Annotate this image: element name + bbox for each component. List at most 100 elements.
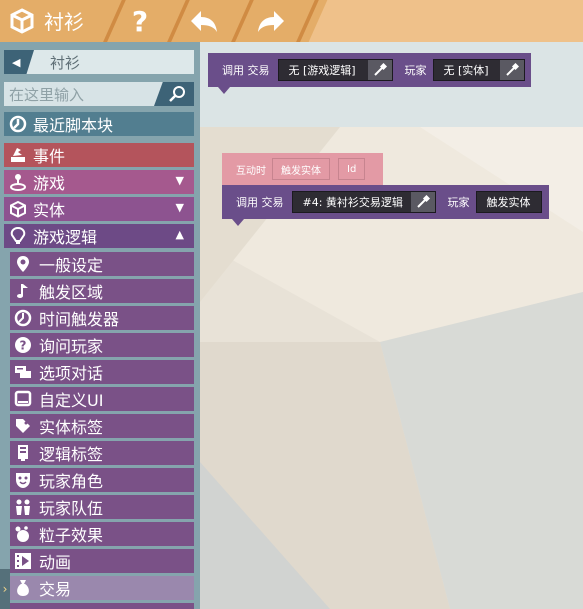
back-button[interactable]: ◀ xyxy=(4,50,34,74)
collapse-handle[interactable]: › xyxy=(0,569,10,609)
category-entity[interactable]: 实体 ▼ xyxy=(4,197,194,221)
toolbar-filler xyxy=(308,0,583,42)
category-game-logic[interactable]: 游戏逻辑 ▲ xyxy=(4,224,194,248)
block-label: 调用 交易 xyxy=(222,64,270,77)
category-label: 游戏 xyxy=(33,174,66,193)
film-icon xyxy=(12,550,34,572)
player-label: 玩家 xyxy=(447,196,470,209)
mask-icon xyxy=(12,469,34,491)
sidebar-item-animation[interactable]: 动画 xyxy=(10,549,194,573)
top-toolbar: 衬衫 ? xyxy=(0,0,583,42)
toolbar-divider xyxy=(101,0,127,42)
category-event[interactable]: 事件 xyxy=(4,143,194,167)
call-trade-block[interactable]: 调用 交易 #4: 黄衬衫交易逻辑 玩家 触发实体 xyxy=(222,185,549,219)
game-logic-slot[interactable]: 无 [游戏逻辑] xyxy=(277,59,393,81)
id-output[interactable]: Id xyxy=(338,158,366,180)
sidebar-item-label: 一般设定 xyxy=(39,256,104,275)
sidebar-item-label: 询问玩家 xyxy=(39,337,104,356)
sidebar-item-label: 触发区域 xyxy=(39,283,104,302)
collapse-arrow-icon: ▲ xyxy=(175,228,184,241)
sidebar-item-player-team[interactable]: 玩家队伍 xyxy=(10,495,194,519)
eyedropper-button[interactable] xyxy=(367,60,392,80)
sidebar-item-logic-tag[interactable]: 逻辑标签 xyxy=(10,441,194,465)
slot-value: 触发实体 xyxy=(486,196,531,209)
sidebar-item-label: 动画 xyxy=(39,553,72,572)
sidebar-item-entity-tag[interactable]: 实体标签 xyxy=(10,414,194,438)
team-icon xyxy=(12,496,34,518)
block-connector xyxy=(218,87,230,94)
script-canvas[interactable]: 调用 交易 无 [游戏逻辑] 玩家 无 [实体] 互动时 触发实体 Id 调用 … xyxy=(200,42,583,609)
sidebar-item-timer[interactable]: 时间触发器 xyxy=(10,306,194,330)
slot-value: 触发实体 xyxy=(281,165,321,177)
eyedropper-button[interactable] xyxy=(499,60,524,80)
cube-icon[interactable] xyxy=(6,5,38,37)
search-button[interactable] xyxy=(154,82,194,106)
eyedropper-icon xyxy=(373,63,387,76)
sidebar-item-label: 粒子效果 xyxy=(39,526,104,545)
sidebar-item-custom-ui[interactable]: 自定义UI xyxy=(10,387,194,411)
eyedropper-icon xyxy=(416,195,430,208)
block-palette-sidebar: ◀ 衬衫 在这里输入 最近脚本块 事件 游戏 ▼ 实体 ▼ 游戏逻辑 ▲ 一般设… xyxy=(0,42,200,609)
lightbulb-icon xyxy=(7,225,29,247)
slot-value: 无 [游戏逻辑] xyxy=(288,64,356,77)
call-trade-block[interactable]: 调用 交易 无 [游戏逻辑] 玩家 无 [实体] xyxy=(208,53,531,87)
canvas-background xyxy=(200,42,583,609)
cube-icon xyxy=(7,198,29,220)
help-icon[interactable]: ? xyxy=(124,5,156,38)
sidebar-item-player-role[interactable]: 玩家角色 xyxy=(10,468,194,492)
redo-icon[interactable] xyxy=(255,5,287,37)
breadcrumb: ◀ 衬衫 xyxy=(4,50,194,74)
expand-arrow-icon: ▼ xyxy=(175,174,184,187)
block-connector xyxy=(232,219,244,226)
player-slot[interactable]: 无 [实体] xyxy=(432,59,525,81)
category-recent[interactable]: 最近脚本块 xyxy=(4,112,194,136)
trigger-entity-output[interactable]: 触发实体 xyxy=(272,158,330,180)
category-label: 最近脚本块 xyxy=(33,116,114,135)
page-title: 衬衫 xyxy=(44,10,84,34)
sidebar-item-label: 交易 xyxy=(39,580,72,599)
tag-icon xyxy=(12,415,34,437)
slot-value: Id xyxy=(347,163,357,175)
category-game[interactable]: 游戏 ▼ xyxy=(4,170,194,194)
particles-icon xyxy=(12,523,34,545)
music-note-icon xyxy=(12,280,34,302)
game-logic-slot[interactable]: #4: 黄衬衫交易逻辑 xyxy=(291,191,436,213)
sidebar-item-label: 自定义UI xyxy=(39,391,104,410)
sidebar-item-trade[interactable]: 交易 xyxy=(10,576,194,600)
sidebar-item-label: 实体标签 xyxy=(39,418,104,437)
player-slot[interactable]: 触发实体 xyxy=(475,191,542,213)
on-interact-event-block[interactable]: 互动时 触发实体 Id xyxy=(222,153,383,185)
sidebar-item-partial xyxy=(10,603,194,609)
sidebar-item-label: 时间触发器 xyxy=(39,310,120,329)
breadcrumb-label: 衬衫 xyxy=(50,54,81,72)
sidebar-item-dialog[interactable]: 选项对话 xyxy=(10,360,194,384)
undo-icon[interactable] xyxy=(188,5,220,37)
sidebar-item-general-settings[interactable]: 一般设定 xyxy=(10,252,194,276)
expand-arrow-icon: ▼ xyxy=(175,201,184,214)
clock-icon xyxy=(12,307,34,329)
location-icon xyxy=(12,253,34,275)
block-label: 调用 交易 xyxy=(236,196,284,209)
search-icon xyxy=(169,86,185,102)
recent-icon xyxy=(7,113,29,135)
moneybag-icon xyxy=(12,577,34,599)
back-arrow-icon: ◀ xyxy=(12,55,21,69)
toolbar-divider xyxy=(165,0,191,42)
memory-icon xyxy=(12,442,34,464)
category-label: 实体 xyxy=(33,201,66,220)
sidebar-item-trigger-zone[interactable]: 触发区域 xyxy=(10,279,194,303)
sidebar-item-ask-player[interactable]: ? 询问玩家 xyxy=(10,333,194,357)
slot-value: 无 [实体] xyxy=(443,64,489,77)
sidebar-item-particles[interactable]: 粒子效果 xyxy=(10,522,194,546)
search-input[interactable]: 在这里输入 xyxy=(4,82,194,106)
sidebar-item-label: 玩家队伍 xyxy=(39,499,104,518)
toolbar-divider xyxy=(229,0,255,42)
sidebar-item-label: 逻辑标签 xyxy=(39,445,104,464)
event-icon xyxy=(7,144,29,166)
svg-text:?: ? xyxy=(20,339,27,353)
chevron-right-icon: › xyxy=(2,582,8,596)
eyedropper-button[interactable] xyxy=(410,192,435,212)
event-label: 互动时 xyxy=(236,165,266,177)
category-label: 事件 xyxy=(33,147,66,166)
sidebar-item-label: 玩家角色 xyxy=(39,472,104,491)
